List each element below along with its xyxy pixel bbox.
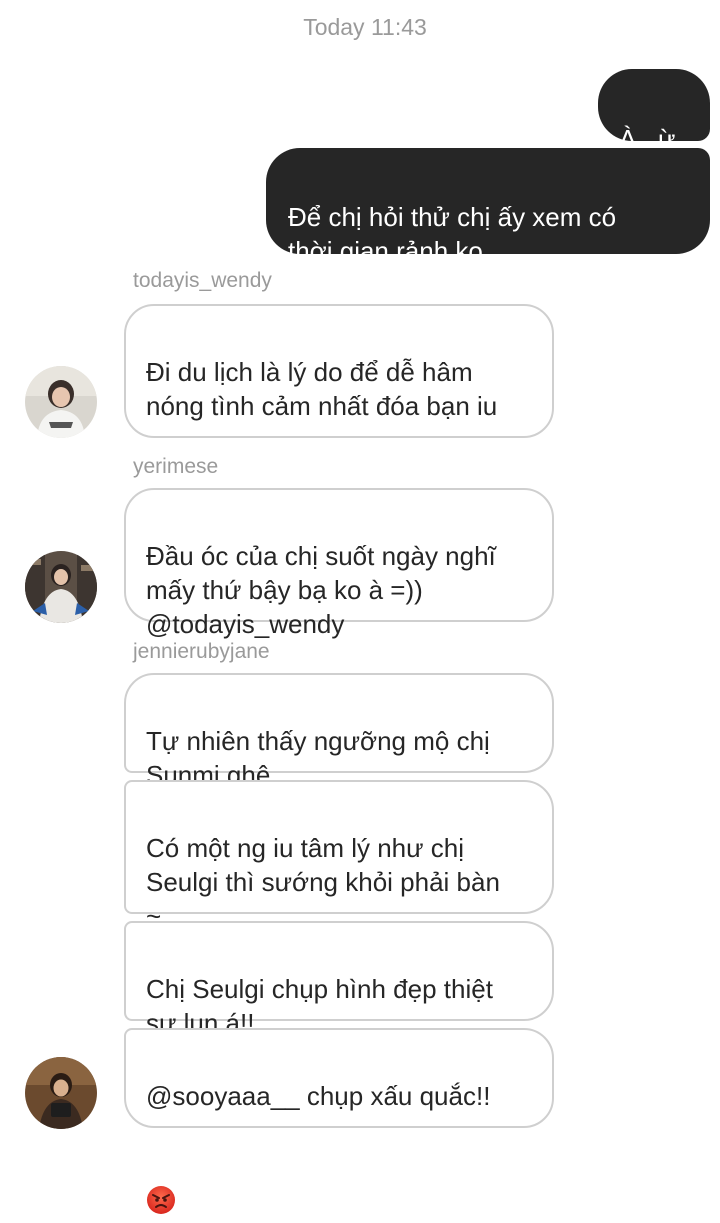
sender-username[interactable]: jennierubyjane (133, 640, 270, 664)
sender-username[interactable]: yerimese (133, 455, 218, 479)
message-text: Có một ng iu tâm lý như chị Seulgi thì s… (146, 833, 500, 931)
message-timestamp: Today 11:43 (303, 14, 427, 40)
avatar[interactable] (25, 366, 97, 438)
message-text: @sooyaaa__ chụp xấu quắc!! (146, 1081, 491, 1111)
message-text: Đầu óc của chị suốt ngày nghĩ mấy thứ bậ… (146, 541, 496, 639)
received-message-bubble[interactable]: Đi du lịch là lý do để dễ hâm nóng tình … (124, 304, 554, 525)
received-message-bubble[interactable]: Tự nhiên thấy ngưỡng mộ chị Sunmi ghê (124, 673, 554, 790)
received-message-bubble[interactable]: Đầu óc của chị suốt ngày nghĩ mấy thứ bậ… (124, 488, 554, 639)
received-message-bubble[interactable]: Có một ng iu tâm lý như chị Seulgi thì s… (124, 780, 554, 931)
message-text: Đi du lịch là lý do để dễ hâm nóng tình … (146, 357, 498, 421)
avatar[interactable] (25, 1057, 97, 1129)
received-message-bubble[interactable]: Chị Seulgi chụp hình đẹp thiệt sự lun á!… (124, 921, 554, 1038)
angry-face-emoji (146, 1151, 176, 1215)
sent-message-bubble[interactable]: À...ừ (598, 69, 710, 154)
sender-username[interactable]: todayis_wendy (133, 269, 272, 293)
avatar[interactable] (25, 551, 97, 623)
sent-message-bubble[interactable]: Để chị hỏi thử chị ấy xem có thời gian r… (266, 148, 710, 266)
received-message-bubble[interactable]: @sooyaaa__ chụp xấu quắc!! (124, 1028, 554, 1215)
message-text: Để chị hỏi thử chị ấy xem có thời gian r… (288, 202, 617, 266)
